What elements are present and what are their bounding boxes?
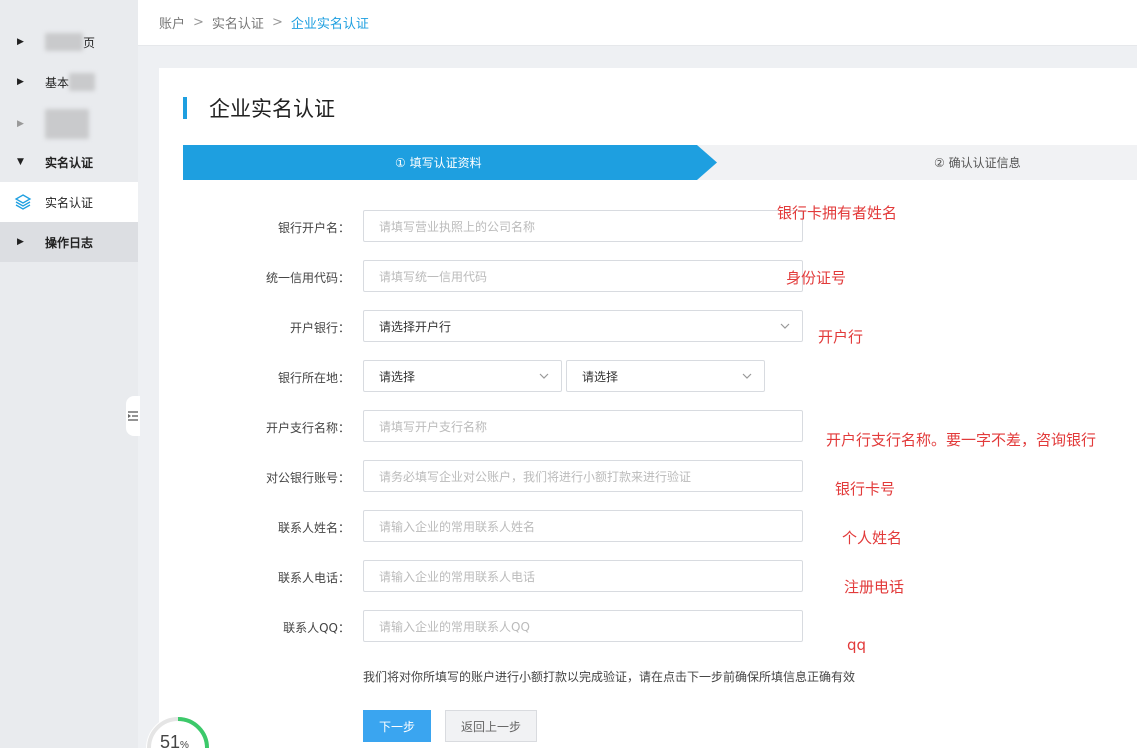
sidebar-item-3[interactable]: ▶ [0,104,138,144]
field-label: 统一信用代码： [265,271,350,285]
annotation-note: 银行卡号 [835,480,896,498]
annotation-note: 银行卡拥有者姓名 [777,204,898,222]
verification-hint: 我们将对你所填写的账户进行小额打款以完成验证，请在点击下一步前确保所填信息正确有… [363,670,856,684]
sidebar-item-logs[interactable]: ▶ 操作日志 [0,222,138,262]
sidebar-collapse-button[interactable] [126,396,140,436]
caret-right-icon: ▶ [17,237,24,247]
caret-down-icon: ▼ [17,157,24,167]
sidebar-item-label: 实名认证 [45,195,94,210]
progress-value: 51% [160,732,189,748]
sidebar-item-verification[interactable]: 实名认证 [0,182,138,222]
field-label: 银行开户名： [277,221,350,235]
blurred-label [45,33,83,51]
step-2-label: ② 确认认证信息 [934,156,1021,170]
step-1-label: ① 填写认证资料 [395,156,482,170]
sidebar-item-2[interactable]: ▶ 基本 [0,62,138,102]
sidebar-item-label: 实名认证 [45,155,94,170]
sidebar-item-label: 基本 [45,75,70,90]
province-select-value: 请选择 [379,369,416,384]
contact-name-input[interactable]: 请输入企业的常用联系人姓名 [363,510,803,542]
credit-code-input[interactable]: 请填写统一信用代码 [363,260,803,292]
chevron-down-icon [742,373,752,379]
bank-select[interactable]: 请选择开户行 [363,310,803,342]
bank-select-value: 请选择开户行 [379,319,452,334]
annotation-note: 个人姓名 [842,529,903,547]
breadcrumb-item[interactable]: 账户 [159,13,185,32]
field-label: 联系人电话： [277,571,350,585]
sidebar-item-label: 页 [83,35,96,50]
breadcrumb: 账户 > 实名认证 > 企业实名认证 [138,0,1137,46]
city-select-value: 请选择 [582,369,619,384]
breadcrumb-separator: > [193,15,204,30]
contact-phone-input[interactable]: 请输入企业的常用联系人电话 [363,560,803,592]
step-2 [695,145,1137,180]
account-name-input[interactable]: 请填写营业执照上的公司名称 [363,210,803,242]
collapse-icon [128,411,138,421]
annotation-note: 开户行支行名称。要一字不差，咨询银行 [826,431,1097,449]
field-label: 开户支行名称： [265,421,350,435]
province-select[interactable]: 请选择 [363,360,562,392]
caret-right-icon: ▶ [17,37,24,47]
next-button[interactable]: 下一步 [363,710,431,742]
chevron-down-icon [539,373,549,379]
annotation-note: 注册电话 [844,578,905,596]
field-label: 联系人QQ： [283,621,350,635]
back-button[interactable]: 返回上一步 [445,710,537,742]
breadcrumb-current: 企业实名认证 [290,17,369,32]
sidebar-item-1[interactable]: ▶ 页 [0,22,138,62]
field-label: 联系人姓名： [277,521,350,535]
city-select[interactable]: 请选择 [566,360,765,392]
layers-icon [14,194,32,210]
blurred-label [69,73,96,91]
field-label: 开户银行： [289,321,350,335]
caret-right-icon: ▶ [17,77,24,87]
field-label: 对公银行账号： [265,471,350,485]
field-label: 银行所在地： [277,371,350,385]
title-accent [183,97,187,119]
breadcrumb-item[interactable]: 实名认证 [212,13,264,32]
branch-name-input[interactable]: 请填写开户支行名称 [363,410,803,442]
annotation-note: qq [847,636,867,654]
sidebar-item-label: 操作日志 [45,235,94,250]
breadcrumb-separator: > [271,15,283,30]
account-number-input[interactable]: 请务必填写企业对公账户，我们将进行小额打款来进行验证 [363,460,803,492]
sidebar: ▶ 页 ▶ 基本 ▶ ▼ 实名认证 实名认证 ▶ 操作日志 [0,0,138,748]
blurred-label [45,109,89,139]
sidebar-item-verification-group[interactable]: ▼ 实名认证 [0,142,138,182]
chevron-down-icon [780,323,790,329]
caret-right-icon: ▶ [17,119,24,129]
page-title: 企业实名认证 [209,97,335,121]
annotation-note: 开户行 [818,328,864,346]
annotation-note: 身份证号 [786,269,847,287]
contact-qq-input[interactable]: 请输入企业的常用联系人QQ [363,610,803,642]
